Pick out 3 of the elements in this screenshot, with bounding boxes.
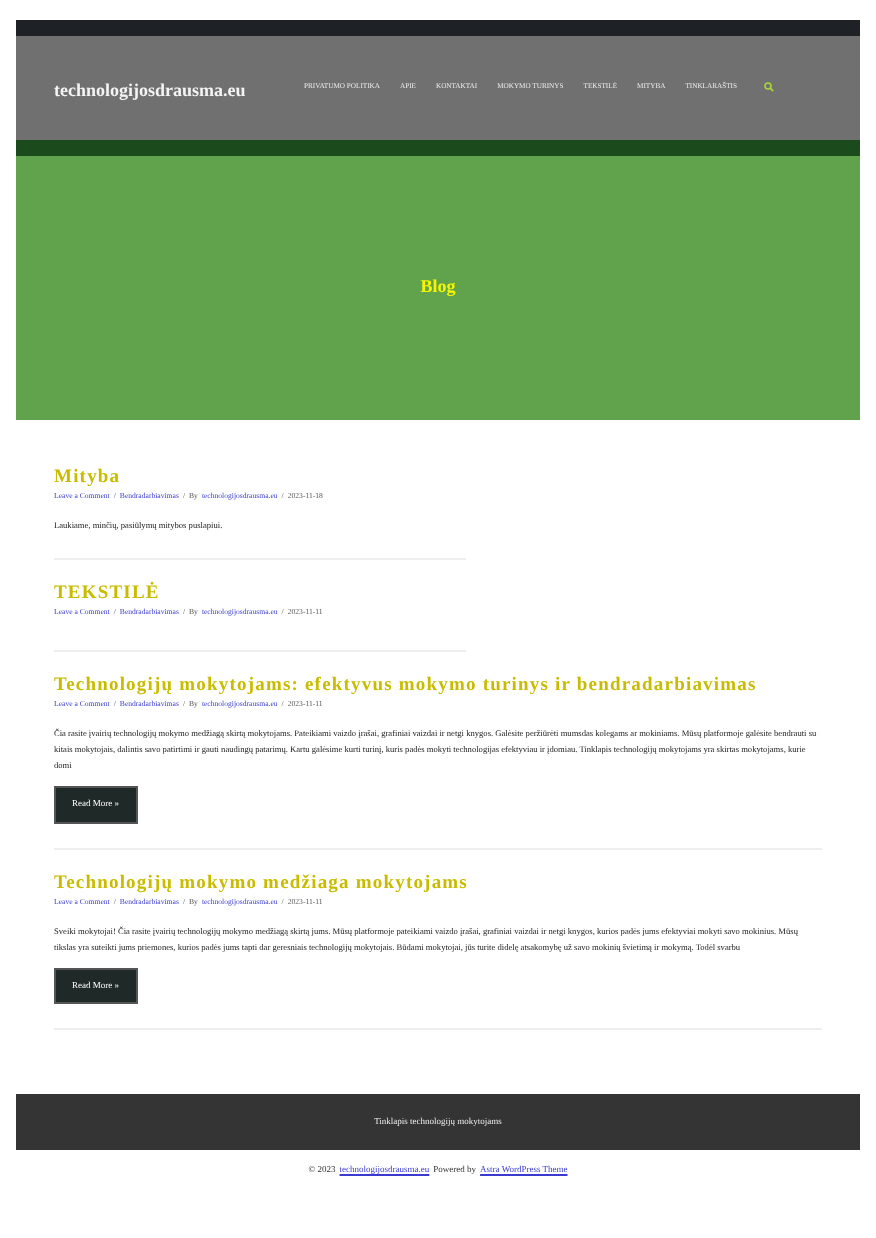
site-title[interactable]: technologijosdrausma.eu xyxy=(54,80,246,100)
hero-title: Blog xyxy=(420,274,456,301)
search-icon[interactable] xyxy=(764,82,775,93)
